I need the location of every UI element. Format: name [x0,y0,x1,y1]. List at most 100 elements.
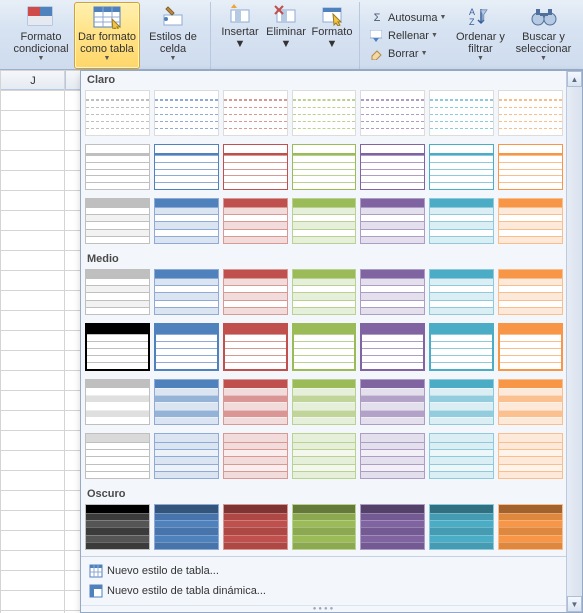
conditional-formatting-icon [26,5,56,29]
gallery-row [81,142,567,196]
table-style-swatch-olive-full_light_banded[interactable] [292,433,357,479]
table-style-swatch-orange-solid_header_light_band[interactable] [498,269,563,315]
table-style-swatch-olive-dark_header_thick_border[interactable] [292,323,357,371]
table-style-swatch-red-banded_mid[interactable] [223,379,288,425]
table-style-swatch-orange-solid_header_banded[interactable] [498,198,563,244]
table-style-swatch-purple-dark_header_thick_border[interactable] [360,323,425,371]
conditional-formatting-label: Formato condicional [9,31,73,55]
dropdown-arrow-icon: ▼ [440,14,447,21]
table-style-swatch-olive-solid_header_light_band[interactable] [292,269,357,315]
table-style-swatch-blue-header_boxed[interactable] [154,144,219,190]
table-style-swatch-purple-plain_borderless[interactable] [360,90,425,136]
table-style-swatch-olive-solid_header_banded[interactable] [292,198,357,244]
table-style-swatch-red-solid_header_banded[interactable] [223,198,288,244]
table-style-swatch-orange-banded_mid[interactable] [498,379,563,425]
eraser-icon [370,48,384,60]
table-style-swatch-olive-banded_mid[interactable] [292,379,357,425]
table-style-swatch-olive-plain_borderless[interactable] [292,90,357,136]
gallery-row [81,431,567,485]
new-pivot-style-button[interactable]: Nuevo estilo de tabla dinámica... [81,581,567,601]
table-style-swatch-orange-header_boxed[interactable] [498,144,563,190]
worksheet-grid[interactable] [0,70,81,613]
table-style-swatch-blue-plain_borderless[interactable] [154,90,219,136]
table-style-swatch-none-solid_header_banded[interactable] [85,198,150,244]
find-select-button[interactable]: Buscar y seleccionar ▼ [510,2,576,69]
fill-button[interactable]: Rellenar ▼ [370,27,446,45]
table-style-swatch-none-full_light_banded[interactable] [85,433,150,479]
sigma-icon: Σ [370,12,384,24]
table-style-swatch-orange-plain_borderless[interactable] [498,90,563,136]
table-style-gallery: ClaroMedioOscuroNuevo estilo de tabla...… [80,70,583,613]
table-style-swatch-none-header_boxed[interactable] [85,144,150,190]
table-style-swatch-orange-dark_header_thick_border[interactable] [498,323,563,371]
table-style-swatch-none-solid_header_light_band[interactable] [85,269,150,315]
table-style-swatch-orange-full_light_banded[interactable] [498,433,563,479]
table-style-swatch-teal-full_dark_rows[interactable] [429,504,494,550]
dropdown-arrow-icon: ▼ [421,50,428,57]
table-style-swatch-teal-banded_mid[interactable] [429,379,494,425]
table-style-swatch-red-full_dark_rows[interactable] [223,504,288,550]
table-style-swatch-none-dark_header_thick_border[interactable] [85,323,150,371]
gallery-scrollbar[interactable]: ▲ ▼ [566,71,582,612]
table-style-swatch-purple-full_dark_rows[interactable] [360,504,425,550]
clear-button[interactable]: Borrar ▼ [370,45,446,63]
format-as-table-button[interactable]: Dar formato como tabla ▼ [74,2,140,69]
autosum-label: Autosuma [388,12,438,24]
gallery-resize-grip[interactable]: ●●●● [81,605,567,612]
insert-button[interactable]: Insertar ▼ [217,2,263,69]
table-style-swatch-red-header_boxed[interactable] [223,144,288,190]
sort-filter-label: Ordenar y filtrar [451,31,509,55]
table-style-swatch-red-plain_borderless[interactable] [223,90,288,136]
autosum-button[interactable]: Σ Autosuma ▼ [370,9,446,27]
table-style-swatch-purple-solid_header_light_band[interactable] [360,269,425,315]
table-style-swatch-purple-full_light_banded[interactable] [360,433,425,479]
format-button[interactable]: Formato ▼ [309,2,355,69]
binoculars-icon [528,5,558,29]
conditional-formatting-button[interactable]: Formato condicional ▼ [8,2,74,69]
format-label: Formato [312,26,353,38]
table-style-swatch-none-full_dark_rows[interactable] [85,504,150,550]
gallery-section-header-medium: Medio [81,250,567,267]
ribbon-group-editing: Σ Autosuma ▼ Rellenar ▼ Borrar ▼ A [362,2,580,69]
sort-filter-button[interactable]: AZ Ordenar y filtrar ▼ [450,2,510,69]
table-icon [89,564,107,578]
table-style-swatch-red-full_light_banded[interactable] [223,433,288,479]
table-style-swatch-blue-dark_header_thick_border[interactable] [154,323,219,371]
gallery-footer: Nuevo estilo de tabla...Nuevo estilo de … [81,556,567,605]
table-style-swatch-red-dark_header_thick_border[interactable] [223,323,288,371]
gallery-row [81,502,567,556]
table-style-swatch-teal-solid_header_banded[interactable] [429,198,494,244]
table-style-swatch-none-plain_borderless[interactable] [85,90,150,136]
table-style-swatch-olive-header_boxed[interactable] [292,144,357,190]
table-style-swatch-olive-full_dark_rows[interactable] [292,504,357,550]
table-style-swatch-purple-banded_mid[interactable] [360,379,425,425]
scroll-down-button[interactable]: ▼ [567,596,582,612]
table-style-swatch-blue-solid_header_light_band[interactable] [154,269,219,315]
gallery-section-header-dark: Oscuro [81,485,567,502]
table-style-swatch-blue-full_dark_rows[interactable] [154,504,219,550]
table-style-swatch-teal-header_boxed[interactable] [429,144,494,190]
table-style-swatch-purple-solid_header_banded[interactable] [360,198,425,244]
table-style-swatch-teal-solid_header_light_band[interactable] [429,269,494,315]
table-style-swatch-teal-full_light_banded[interactable] [429,433,494,479]
table-style-swatch-purple-header_boxed[interactable] [360,144,425,190]
table-style-swatch-blue-banded_mid[interactable] [154,379,219,425]
fill-label: Rellenar [388,30,429,42]
delete-button[interactable]: Eliminar ▼ [263,2,309,69]
pivot-table-icon [89,584,107,598]
table-style-swatch-blue-full_light_banded[interactable] [154,433,219,479]
table-style-swatch-none-banded_mid[interactable] [85,379,150,425]
table-style-swatch-blue-solid_header_banded[interactable] [154,198,219,244]
dropdown-arrow-icon: ▼ [431,32,438,39]
cell-styles-button[interactable]: Estilos de celda ▼ [140,2,206,69]
clear-label: Borrar [388,48,419,60]
svg-text:Z: Z [469,17,475,27]
scroll-up-button[interactable]: ▲ [567,71,582,87]
table-style-swatch-red-solid_header_light_band[interactable] [223,269,288,315]
dropdown-arrow-icon: ▼ [235,38,246,50]
table-style-swatch-orange-full_dark_rows[interactable] [498,504,563,550]
new-table-style-button[interactable]: Nuevo estilo de tabla... [81,561,567,581]
table-style-swatch-teal-dark_header_thick_border[interactable] [429,323,494,371]
ribbon-styles-section: Formato condicional ▼ Dar formato como t… [0,0,583,70]
table-style-swatch-teal-plain_borderless[interactable] [429,90,494,136]
